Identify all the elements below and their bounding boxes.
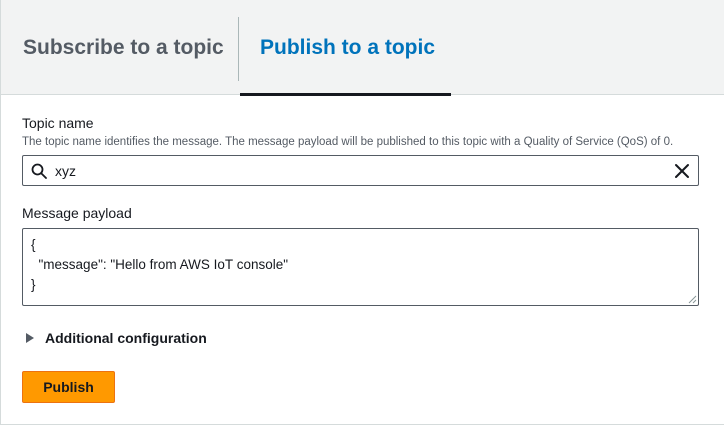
topic-search-field (22, 155, 699, 186)
tab-subscribe[interactable]: Subscribe to a topic (23, 0, 233, 95)
search-icon (31, 163, 47, 179)
message-payload-label: Message payload (22, 205, 132, 221)
additional-configuration-label: Additional configuration (45, 330, 207, 346)
topic-name-label: Topic name (22, 115, 94, 131)
clear-icon[interactable] (674, 163, 690, 179)
publish-panel: Subscribe to a topic Publish to a topic … (0, 0, 724, 425)
tab-bar: Subscribe to a topic Publish to a topic (1, 0, 724, 96)
tab-subscribe-label: Subscribe to a topic (23, 35, 224, 59)
tab-publish[interactable]: Publish to a topic (240, 0, 451, 96)
tab-publish-label: Publish to a topic (260, 35, 436, 59)
caret-right-icon (26, 333, 34, 343)
additional-configuration-toggle[interactable]: Additional configuration (26, 330, 207, 346)
tab-divider (238, 17, 239, 81)
resize-grip-icon[interactable] (687, 294, 697, 304)
publish-button[interactable]: Publish (22, 371, 115, 403)
message-payload-textarea[interactable]: { "message": "Hello from AWS IoT console… (22, 228, 699, 306)
topic-name-input[interactable] (55, 159, 655, 182)
topic-name-description: The topic name identifies the message. T… (22, 136, 674, 148)
